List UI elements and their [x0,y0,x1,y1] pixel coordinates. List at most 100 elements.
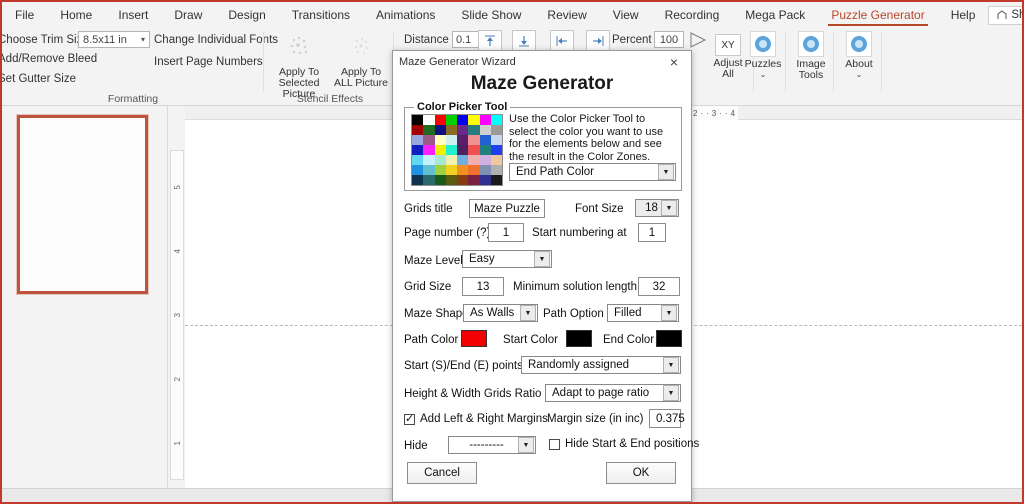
hide-start-end-checkbox[interactable] [549,439,560,450]
tab-animations[interactable]: Animations [363,2,448,28]
palette-swatch[interactable] [479,175,491,185]
palette-swatch[interactable] [468,125,480,135]
path-option-select[interactable]: Filled ▼ [607,304,679,322]
palette-swatch[interactable] [468,155,480,165]
hide-select[interactable]: --------- ▼ [448,436,536,454]
trim-size-combo[interactable]: 8.5x11 in ▾ [78,31,150,48]
set-gutter-size-button[interactable]: Set Gutter Size [2,73,76,85]
palette-swatch[interactable] [490,125,502,135]
tab-mega-pack[interactable]: Mega Pack [732,2,818,28]
palette-swatch[interactable] [479,145,491,155]
slide-thumbnail-1[interactable] [17,115,148,294]
color-target-select[interactable]: End Path Color ▼ [509,163,676,181]
palette-swatch[interactable] [479,155,491,165]
align-top-button[interactable] [478,30,502,51]
palette-swatch[interactable] [457,145,469,155]
slide-thumbnail-pane[interactable] [2,106,168,502]
palette-swatch[interactable] [457,125,469,135]
palette-swatch[interactable] [490,165,502,175]
palette-swatch[interactable] [445,115,457,125]
add-margins-checkbox[interactable] [404,412,415,425]
align-right-button[interactable] [586,30,610,51]
palette-swatch[interactable] [479,165,491,175]
align-left-button[interactable] [550,30,574,51]
palette-swatch[interactable] [412,165,424,175]
palette-swatch[interactable] [479,115,491,125]
align-bottom-button[interactable] [512,30,536,51]
grids-ratio-select[interactable]: Adapt to page ratio ▼ [545,384,681,402]
maze-level-select[interactable]: Easy ▼ [462,250,552,268]
palette-swatch[interactable] [434,125,446,135]
share-button[interactable]: Share [988,5,1022,25]
tab-home[interactable]: Home [47,2,105,28]
palette-swatch[interactable] [457,155,469,165]
add-remove-bleed-button[interactable]: Add/Remove Bleed [2,53,97,65]
tab-draw[interactable]: Draw [161,2,215,28]
palette-swatch[interactable] [434,175,446,185]
palette-swatch[interactable] [412,155,424,165]
start-end-points-select[interactable]: Randomly assigned ▼ [521,356,681,374]
start-numbering-input[interactable]: 1 [638,223,666,242]
change-individual-fonts-button[interactable]: Change Individual Fonts [154,34,278,46]
close-icon[interactable]: × [663,53,685,71]
palette-swatch[interactable] [490,145,502,155]
path-color-swatch[interactable] [461,330,487,347]
tab-slide-show[interactable]: Slide Show [448,2,534,28]
palette-swatch[interactable] [445,175,457,185]
palette-swatch[interactable] [434,165,446,175]
palette-swatch[interactable] [490,155,502,165]
tab-review[interactable]: Review [534,2,599,28]
page-number-input[interactable]: 1 [488,223,524,242]
palette-swatch[interactable] [412,115,424,125]
margin-size-input[interactable]: 0.375 [649,409,685,428]
palette-swatch[interactable] [445,145,457,155]
grid-size-input[interactable]: 13 [462,277,504,296]
tab-design[interactable]: Design [215,2,278,28]
tab-view[interactable]: View [600,2,652,28]
palette-swatch[interactable] [468,135,480,145]
palette-swatch[interactable] [490,115,502,125]
palette-swatch[interactable] [468,115,480,125]
color-palette-grid[interactable] [411,114,503,186]
palette-swatch[interactable] [468,165,480,175]
palette-swatch[interactable] [434,135,446,145]
palette-swatch[interactable] [434,155,446,165]
tab-transitions[interactable]: Transitions [279,2,363,28]
palette-swatch[interactable] [445,135,457,145]
tab-help[interactable]: Help [938,2,989,28]
palette-swatch[interactable] [479,125,491,135]
palette-swatch[interactable] [457,135,469,145]
palette-swatch[interactable] [423,165,435,175]
palette-swatch[interactable] [457,175,469,185]
palette-swatch[interactable] [445,165,457,175]
cancel-button[interactable]: Cancel [407,462,477,484]
tab-file[interactable]: File [2,2,47,28]
palette-swatch[interactable] [457,115,469,125]
palette-swatch[interactable] [457,165,469,175]
tab-puzzle-generator[interactable]: Puzzle Generator [818,2,937,28]
palette-swatch[interactable] [468,175,480,185]
minimum-solution-length-input[interactable]: 32 [638,277,680,296]
palette-swatch[interactable] [412,145,424,155]
palette-swatch[interactable] [423,175,435,185]
end-color-swatch[interactable] [656,330,682,347]
palette-swatch[interactable] [479,135,491,145]
palette-swatch[interactable] [423,125,435,135]
palette-swatch[interactable] [423,135,435,145]
ok-button[interactable]: OK [606,462,676,484]
palette-swatch[interactable] [490,135,502,145]
tab-recording[interactable]: Recording [652,2,733,28]
palette-swatch[interactable] [423,115,435,125]
insert-page-numbers-button[interactable]: Insert Page Numbers [154,56,263,68]
palette-swatch[interactable] [412,125,424,135]
palette-swatch[interactable] [445,155,457,165]
tab-insert[interactable]: Insert [105,2,161,28]
palette-swatch[interactable] [468,145,480,155]
start-color-swatch[interactable] [566,330,592,347]
font-size-select[interactable]: 18 ▼ [635,199,679,217]
apply-to-selected-picture-button[interactable]: Apply To Selected Picture [268,28,330,100]
apply-to-all-pictures-button[interactable]: Apply To ALL Picture [330,28,392,89]
palette-swatch[interactable] [412,175,424,185]
grids-title-input[interactable]: Maze Puzzle [469,199,545,218]
percent-input[interactable]: 100 [654,31,684,48]
